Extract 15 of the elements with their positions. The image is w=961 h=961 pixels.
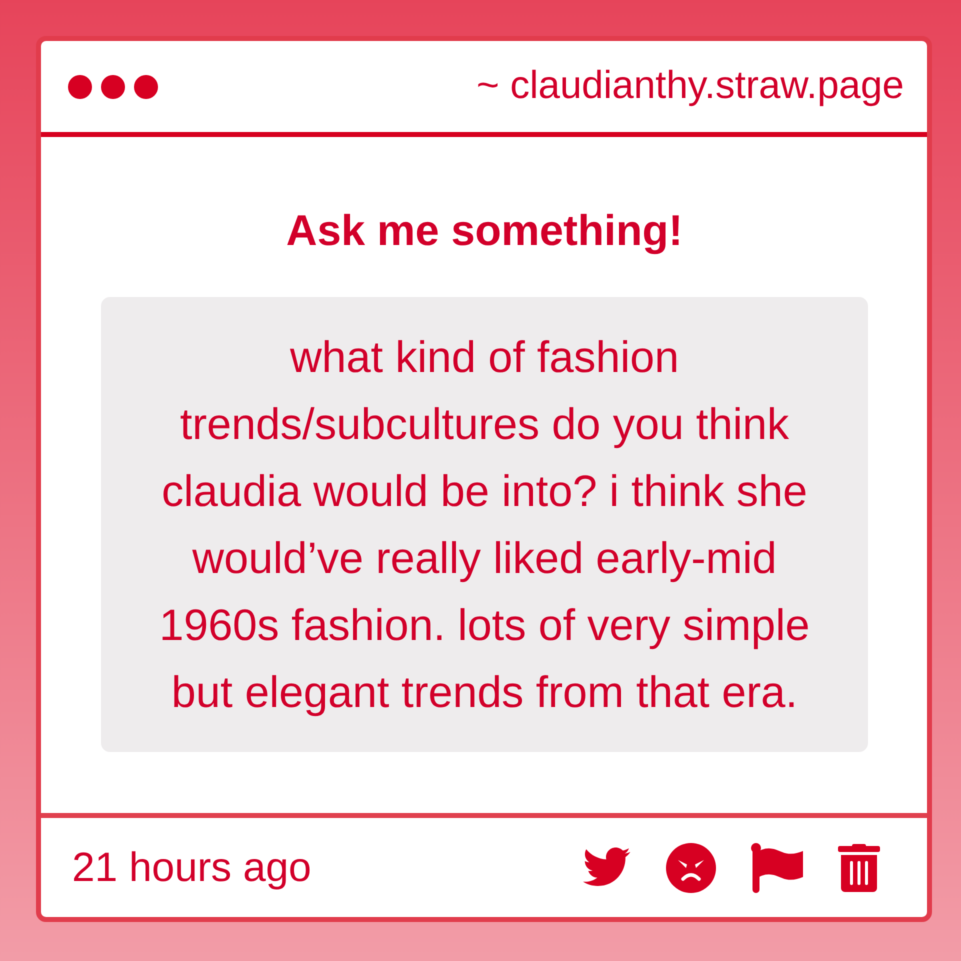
page-address: ~ claudianthy.straw.page [476, 63, 904, 110]
flag-icon [751, 842, 803, 892]
posted-time: 21 hours ago [72, 842, 312, 892]
report-flag-button[interactable] [751, 842, 803, 892]
delete-button[interactable] [838, 844, 880, 892]
angry-face-icon [666, 842, 716, 892]
window-dot-icon [68, 74, 92, 98]
bird-icon [581, 846, 631, 888]
window-dot-icon [134, 74, 158, 98]
ask-heading: Ask me something! [285, 206, 684, 256]
angry-reaction-button[interactable] [666, 842, 716, 892]
window-dot-icon [101, 74, 125, 98]
share-twitter-button[interactable] [581, 846, 631, 888]
question-text: what kind of fashion trends/subcultures do you think claudia would be into? i think she would’ve really liked early-mid 1960s fashion. lots of very simple but elegant trends from that era. [159, 332, 810, 718]
trash-icon [838, 844, 880, 892]
